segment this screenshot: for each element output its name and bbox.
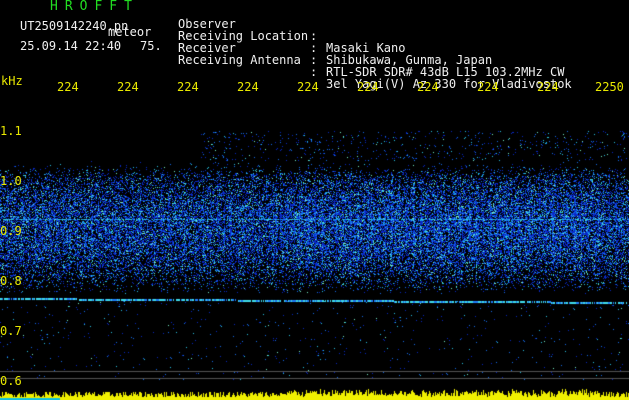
- y-tick: 0.7: [0, 324, 22, 338]
- x-tick: 224: [477, 80, 499, 94]
- antenna-label: Receiving Antenna: [178, 53, 301, 67]
- hrofft-title: HROFFT: [50, 0, 139, 14]
- x-tick: 224: [297, 80, 319, 94]
- meteor-count: 75.: [140, 39, 162, 53]
- x-tick: 2250: [595, 80, 624, 94]
- khz-unit-label: kHz: [1, 74, 23, 88]
- y-tick: 0.8: [0, 274, 22, 288]
- y-tick: 0.9: [0, 224, 22, 238]
- y-tick: 1.1: [0, 124, 22, 138]
- x-tick: 224: [237, 80, 259, 94]
- meteor-label: meteor: [108, 25, 152, 39]
- x-tick: 224: [177, 80, 199, 94]
- antenna-colon: :: [310, 65, 318, 79]
- y-tick: 1.0: [0, 174, 22, 188]
- x-tick: 224: [117, 80, 139, 94]
- x-tick: 224: [357, 80, 379, 94]
- x-tick: 224: [417, 80, 439, 94]
- spectrogram-waterfall: [0, 95, 629, 400]
- x-tick: 224: [537, 80, 559, 94]
- x-tick: 224: [57, 80, 79, 94]
- date-time: 25.09.14 22:40: [20, 39, 122, 53]
- y-tick: 0.6: [0, 374, 22, 388]
